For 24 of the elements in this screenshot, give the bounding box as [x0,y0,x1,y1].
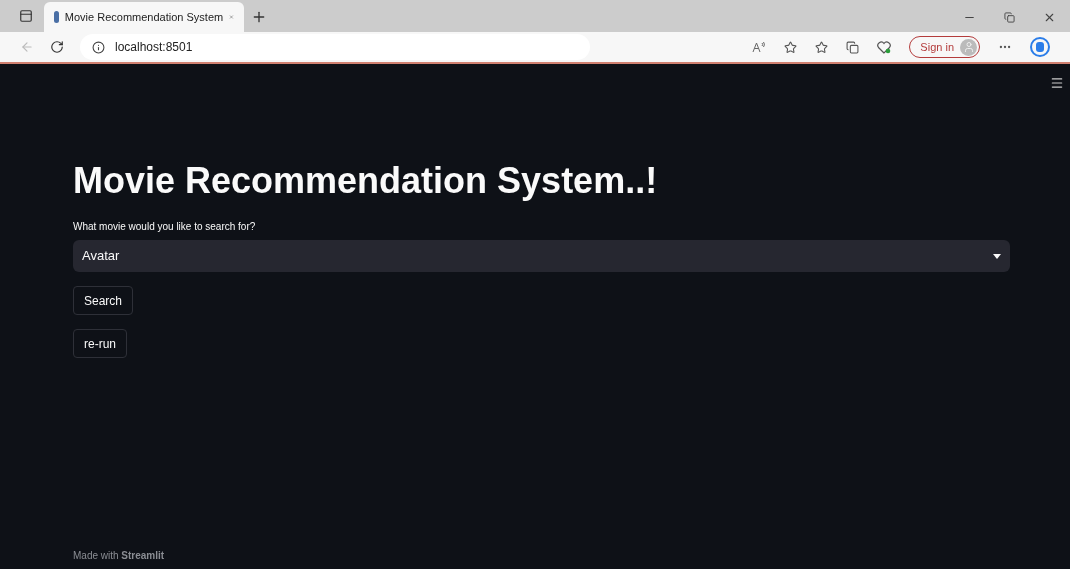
action-button[interactable]: re-run [73,329,127,358]
favorite-icon[interactable] [784,40,798,54]
url-text: localhost:8501 [115,39,193,56]
address-field[interactable]: localhost:8501 [80,34,590,60]
footer-text: Made with Streamlit [73,549,166,563]
page-title: Movie Recommendation System..! [73,159,659,203]
copilot-icon[interactable] [1030,37,1050,57]
site-icon [54,11,59,23]
restore-icon[interactable] [1004,11,1015,23]
favorites-list-icon[interactable] [815,40,829,54]
refresh-icon[interactable] [50,40,64,54]
read-aloud-icon[interactable] [752,41,767,53]
movie-select[interactable]: Avatar [73,240,1010,272]
new-tab-icon[interactable] [251,9,267,25]
avatar-icon [962,41,975,53]
info-icon [92,40,105,54]
tab-title: Movie Recommendation System [64,9,224,25]
menu-icon[interactable] [1050,76,1064,90]
tab-actions-icon[interactable] [19,9,33,23]
dropdown-caret-icon [993,253,1001,259]
browser-tab[interactable]: Movie Recommendation System [44,2,244,32]
select-label: What movie would you like to search for? [73,220,257,234]
action-button[interactable]: Search [73,286,134,315]
select-value: Avatar [82,247,120,266]
